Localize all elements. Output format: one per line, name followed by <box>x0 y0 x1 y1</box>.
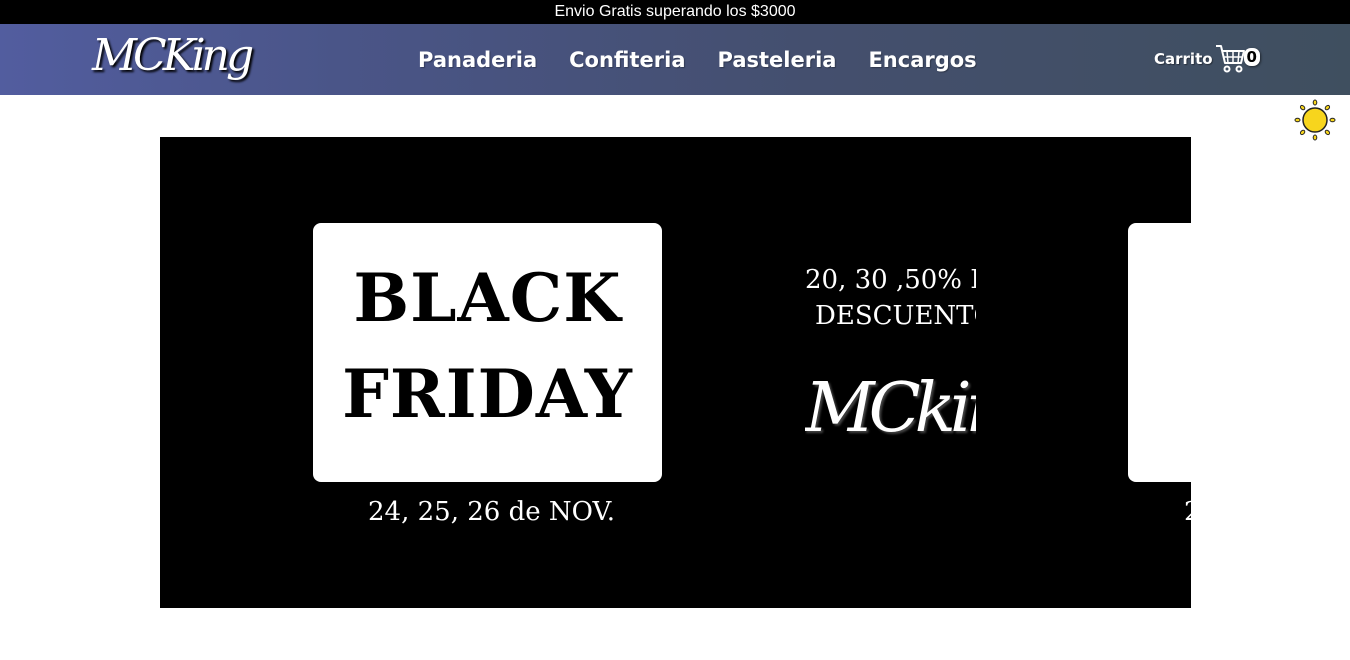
nav-links: Panaderia Confiteria Pasteleria Encargos <box>402 24 993 95</box>
discount-label: DESCUENTO <box>815 301 976 331</box>
card-title-line2-next: F <box>1128 355 1191 433</box>
nav-link-encargos[interactable]: Encargos <box>868 48 976 72</box>
card-title-line1-next: B <box>1128 259 1191 337</box>
announcement-bar: Envio Gratis superando los $3000 <box>0 0 1350 24</box>
discount-text: 20, 30 ,50% D <box>805 265 976 295</box>
sale-dates: 24, 25, 26 de NOV. <box>368 497 615 527</box>
cart-icon <box>1215 42 1247 79</box>
card-title-line1: BLACK <box>353 259 622 337</box>
announcement-text: Envio Gratis superando los $3000 <box>554 3 796 20</box>
cart-label: Carrito <box>1154 50 1213 68</box>
sun-icon <box>1294 99 1336 141</box>
promo-logo: MCkin <box>805 369 976 448</box>
card-title-line2: FRIDAY <box>342 355 633 433</box>
black-friday-carousel[interactable]: BLACK FRIDAY 24, 25, 26 de NOV. 20, 30 ,… <box>160 137 1191 608</box>
nav-link-confiteria[interactable]: Confiteria <box>569 48 685 72</box>
black-friday-card-next: B F <box>1128 223 1191 482</box>
main-navbar: MCKing Panaderia Confiteria Pasteleria E… <box>0 24 1350 95</box>
nav-link-pasteleria[interactable]: Pasteleria <box>718 48 837 72</box>
sale-dates-next: 2 <box>1184 497 1191 527</box>
brand-logo[interactable]: MCKing <box>92 28 254 90</box>
theme-toggle-button[interactable] <box>1294 99 1336 141</box>
nav-link-panaderia[interactable]: Panaderia <box>418 48 537 72</box>
cart-count-badge: 0 <box>1243 48 1260 66</box>
black-friday-card: BLACK FRIDAY <box>313 223 662 482</box>
promo-slide: 20, 30 ,50% D DESCUENTO MCkin <box>805 137 976 608</box>
cart-button[interactable]: Carrito 0 <box>1154 37 1260 81</box>
